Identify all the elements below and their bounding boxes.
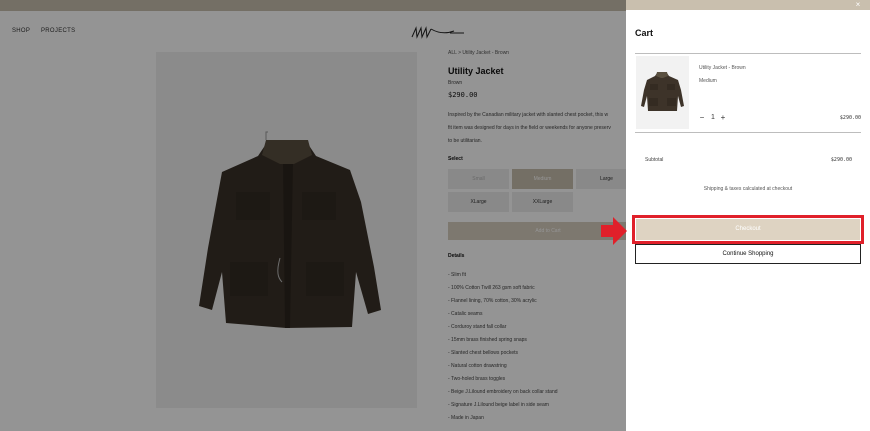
subtotal-value: $290.00	[830, 157, 852, 163]
divider	[635, 132, 861, 133]
close-icon[interactable]: ×	[853, 0, 863, 10]
quantity-decrease-button[interactable]: −	[697, 112, 707, 124]
cart-drawer: × Cart Utility Jacket - Brown Medium − 1…	[626, 0, 870, 431]
cart-item-name[interactable]: Utility Jacket - Brown	[699, 65, 746, 71]
checkout-button[interactable]: Checkout	[636, 219, 860, 240]
continue-shopping-button[interactable]: Continue Shopping	[635, 244, 861, 264]
cart-item-price: $290.00	[839, 115, 861, 121]
right-arrow-icon	[601, 217, 627, 245]
subtotal-label: Subtotal	[645, 157, 664, 163]
page-overlay[interactable]	[0, 0, 626, 431]
jacket-thumbnail-image	[641, 72, 684, 111]
cart-item-thumbnail[interactable]	[636, 56, 689, 129]
shipping-note: Shipping & taxes calculated at checkout	[703, 186, 793, 192]
divider	[635, 53, 861, 54]
drawer-top-bar	[626, 0, 870, 10]
cart-title: Cart	[635, 28, 654, 38]
quantity-value: 1	[711, 114, 715, 121]
quantity-increase-button[interactable]: +	[718, 112, 728, 124]
cart-item-variant: Medium	[699, 78, 717, 84]
